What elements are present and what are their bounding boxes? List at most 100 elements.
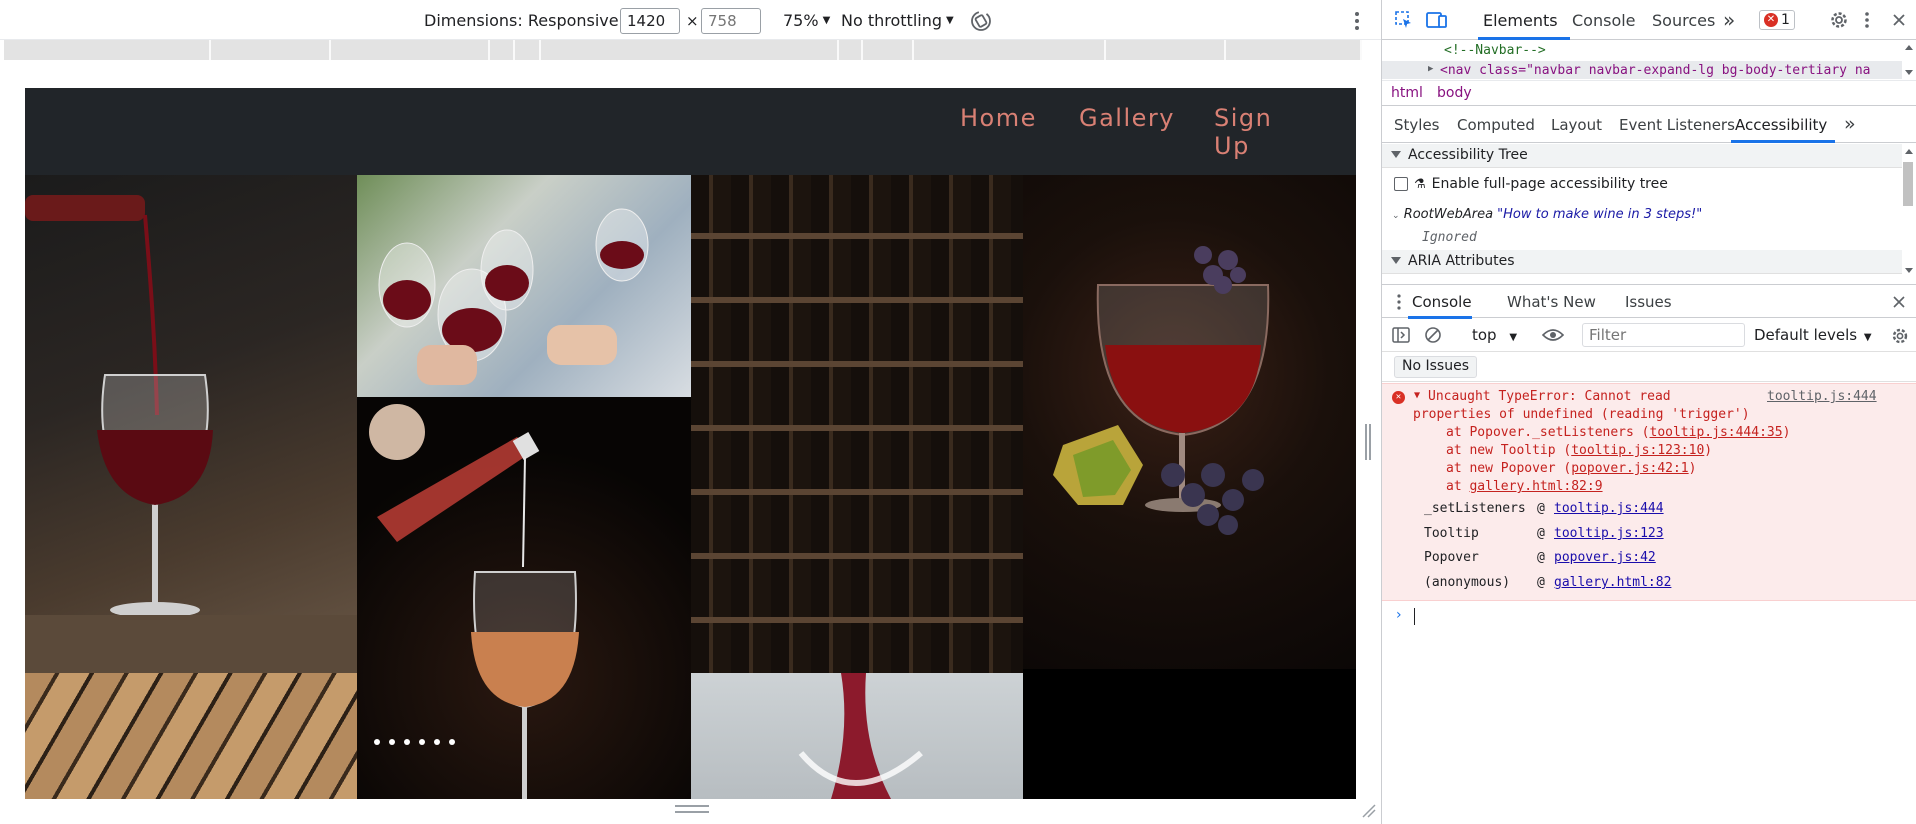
expand-triangle-icon[interactable]: ▼	[1414, 390, 1420, 401]
ruler-segment[interactable]	[863, 40, 914, 60]
more-tabs-icon[interactable]: »	[1844, 113, 1856, 135]
tab-elements[interactable]: Elements	[1483, 11, 1558, 30]
gallery-image-wine-shelf[interactable]	[691, 175, 1023, 673]
root-web-area-node[interactable]: ⌄ RootWebArea "How to make wine in 3 ste…	[1392, 207, 1702, 222]
ruler-segment[interactable]	[211, 40, 331, 60]
drawer-tab-whats-new[interactable]: What's New	[1507, 293, 1596, 311]
tab-sources[interactable]: Sources	[1652, 11, 1715, 30]
console-prompt-icon: ›	[1396, 607, 1402, 623]
devtools-window: Dimensions: Responsive ▼ × 75% ▼ No thro…	[0, 0, 1916, 824]
error-count-badge[interactable]: ✕ 1	[1759, 10, 1795, 30]
width-input[interactable]	[620, 8, 680, 34]
sidebar-toggle-icon[interactable]	[1392, 327, 1410, 343]
tab-computed[interactable]: Computed	[1457, 116, 1535, 134]
scroll-arrows-icon[interactable]	[1904, 42, 1914, 78]
zoom-dropdown[interactable]: 75% ▼	[783, 11, 830, 30]
drawer-tab-console[interactable]: Console	[1412, 293, 1472, 311]
dom-comment-node[interactable]: <!--Navbar-->	[1444, 43, 1546, 58]
log-levels-dropdown[interactable]: Default levels ▼	[1754, 326, 1872, 344]
frame-suffix: )	[1688, 461, 1697, 476]
ruler-segment[interactable]	[914, 40, 1106, 60]
tab-layout[interactable]: Layout	[1551, 116, 1602, 134]
gallery-image-wine-splash[interactable]	[691, 673, 1023, 799]
media-query-ruler	[4, 40, 1362, 60]
accessibility-tree-header[interactable]: Accessibility Tree	[1382, 144, 1902, 168]
nav-home-link[interactable]: Home	[960, 104, 1037, 132]
gallery-image-corks[interactable]	[25, 673, 357, 799]
no-issues-button[interactable]: No Issues	[1394, 356, 1477, 378]
gallery-image-wine-pour[interactable]	[25, 175, 357, 673]
dimensions-dropdown[interactable]: Dimensions: Responsive ▼	[424, 11, 630, 30]
tab-accessibility[interactable]: Accessibility	[1735, 116, 1827, 134]
more-tabs-icon[interactable]: »	[1723, 8, 1735, 32]
devtools-panel: Elements Console Sources » ✕ 1 <!--Navba…	[1381, 0, 1916, 824]
corner-resize-icon[interactable]	[1360, 802, 1376, 818]
gallery-image-wine-toast[interactable]	[357, 175, 691, 397]
ruler-segment[interactable]	[541, 40, 839, 60]
console-toolbar: top ▼ Default levels ▼	[1382, 318, 1916, 352]
enable-full-tree-option[interactable]: ⚗ Enable full-page accessibility tree	[1394, 176, 1668, 192]
frame-link[interactable]: gallery.html:82:9	[1469, 479, 1602, 494]
close-drawer-icon[interactable]	[1892, 295, 1906, 309]
frame-link[interactable]: popover.js:42:1	[1571, 461, 1688, 476]
ruler-segment[interactable]	[1226, 40, 1362, 60]
ruler-segment[interactable]	[331, 40, 490, 60]
enable-full-tree-checkbox[interactable]	[1394, 177, 1408, 191]
throttling-dropdown[interactable]: No throttling ▼	[841, 11, 954, 30]
more-options-icon[interactable]	[1348, 10, 1366, 32]
ruler-segment[interactable]	[1106, 40, 1226, 60]
inspect-element-icon[interactable]	[1394, 10, 1414, 30]
tab-event-listeners[interactable]: Event Listeners	[1619, 116, 1735, 134]
call-stack-link[interactable]: gallery.html:82	[1554, 575, 1671, 590]
drawer-tabs: Console What's New Issues	[1382, 284, 1916, 319]
rotate-icon[interactable]	[969, 9, 993, 33]
tab-console[interactable]: Console	[1572, 11, 1636, 30]
settings-gear-icon[interactable]	[1829, 10, 1849, 30]
stack-frame-1: at Popover._setListeners (tooltip.js:444…	[1446, 425, 1790, 440]
tab-styles[interactable]: Styles	[1394, 116, 1440, 134]
live-expression-eye-icon[interactable]	[1542, 327, 1564, 343]
call-stack-at: @	[1537, 501, 1545, 516]
error-icon: ✕	[1764, 13, 1778, 27]
nav-signup-link[interactable]: Sign Up	[1214, 104, 1284, 160]
more-options-icon[interactable]	[1862, 10, 1872, 30]
close-devtools-icon[interactable]	[1891, 12, 1907, 28]
expand-triangle-icon[interactable]: ▶	[1428, 64, 1433, 74]
error-source-link[interactable]: tooltip.js:444	[1767, 389, 1877, 404]
ruler-segment[interactable]	[490, 40, 515, 60]
context-label: top	[1472, 326, 1497, 344]
gallery-image-wine-grapes[interactable]	[1023, 175, 1356, 669]
ruler-segment[interactable]	[839, 40, 863, 60]
pane-splitter-handle[interactable]	[1365, 424, 1371, 460]
context-selector[interactable]: top ▼	[1472, 326, 1517, 344]
drawer-tab-issues[interactable]: Issues	[1625, 293, 1672, 311]
pane-scroll-arrows-icon[interactable]	[1904, 146, 1914, 276]
frame-prefix: at	[1446, 479, 1470, 494]
call-stack-link[interactable]: tooltip.js:123	[1554, 526, 1664, 541]
aria-attributes-header[interactable]: ARIA Attributes	[1382, 250, 1902, 274]
frame-link[interactable]: tooltip.js:123:10	[1571, 443, 1704, 458]
call-stack-link[interactable]: tooltip.js:444	[1554, 501, 1664, 516]
clear-console-icon[interactable]	[1424, 326, 1442, 344]
console-filter-input[interactable]	[1582, 323, 1745, 347]
ruler-segment[interactable]	[515, 40, 541, 60]
sidebar-pane-tabs: Styles Computed Layout Event Listeners A…	[1382, 107, 1916, 143]
gallery-image-rose-pour[interactable]	[357, 397, 691, 799]
breadcrumb-html[interactable]: html	[1391, 85, 1423, 101]
bottom-resize-handle[interactable]	[675, 805, 709, 813]
ruler-segment[interactable]	[4, 40, 211, 60]
frame-prefix: at Popover._setListeners (	[1446, 425, 1650, 440]
breadcrumb-body[interactable]: body	[1437, 85, 1472, 101]
stack-frame-2: at new Tooltip (tooltip.js:123:10)	[1446, 443, 1712, 458]
height-input[interactable]	[701, 8, 761, 34]
console-input-caret[interactable]	[1414, 608, 1415, 625]
nav-gallery-link[interactable]: Gallery	[1079, 104, 1175, 132]
device-toggle-icon[interactable]	[1426, 10, 1448, 30]
call-stack-link[interactable]: popover.js:42	[1554, 550, 1656, 565]
dom-nav-node[interactable]: <nav class="navbar navbar-expand-lg bg-b…	[1440, 63, 1870, 78]
stack-frame-4: at gallery.html:82:9	[1446, 479, 1603, 494]
aria-attributes-title: ARIA Attributes	[1408, 253, 1515, 269]
drawer-menu-icon[interactable]	[1396, 293, 1402, 311]
console-settings-gear-icon[interactable]	[1891, 327, 1909, 345]
frame-link[interactable]: tooltip.js:444:35	[1650, 425, 1783, 440]
